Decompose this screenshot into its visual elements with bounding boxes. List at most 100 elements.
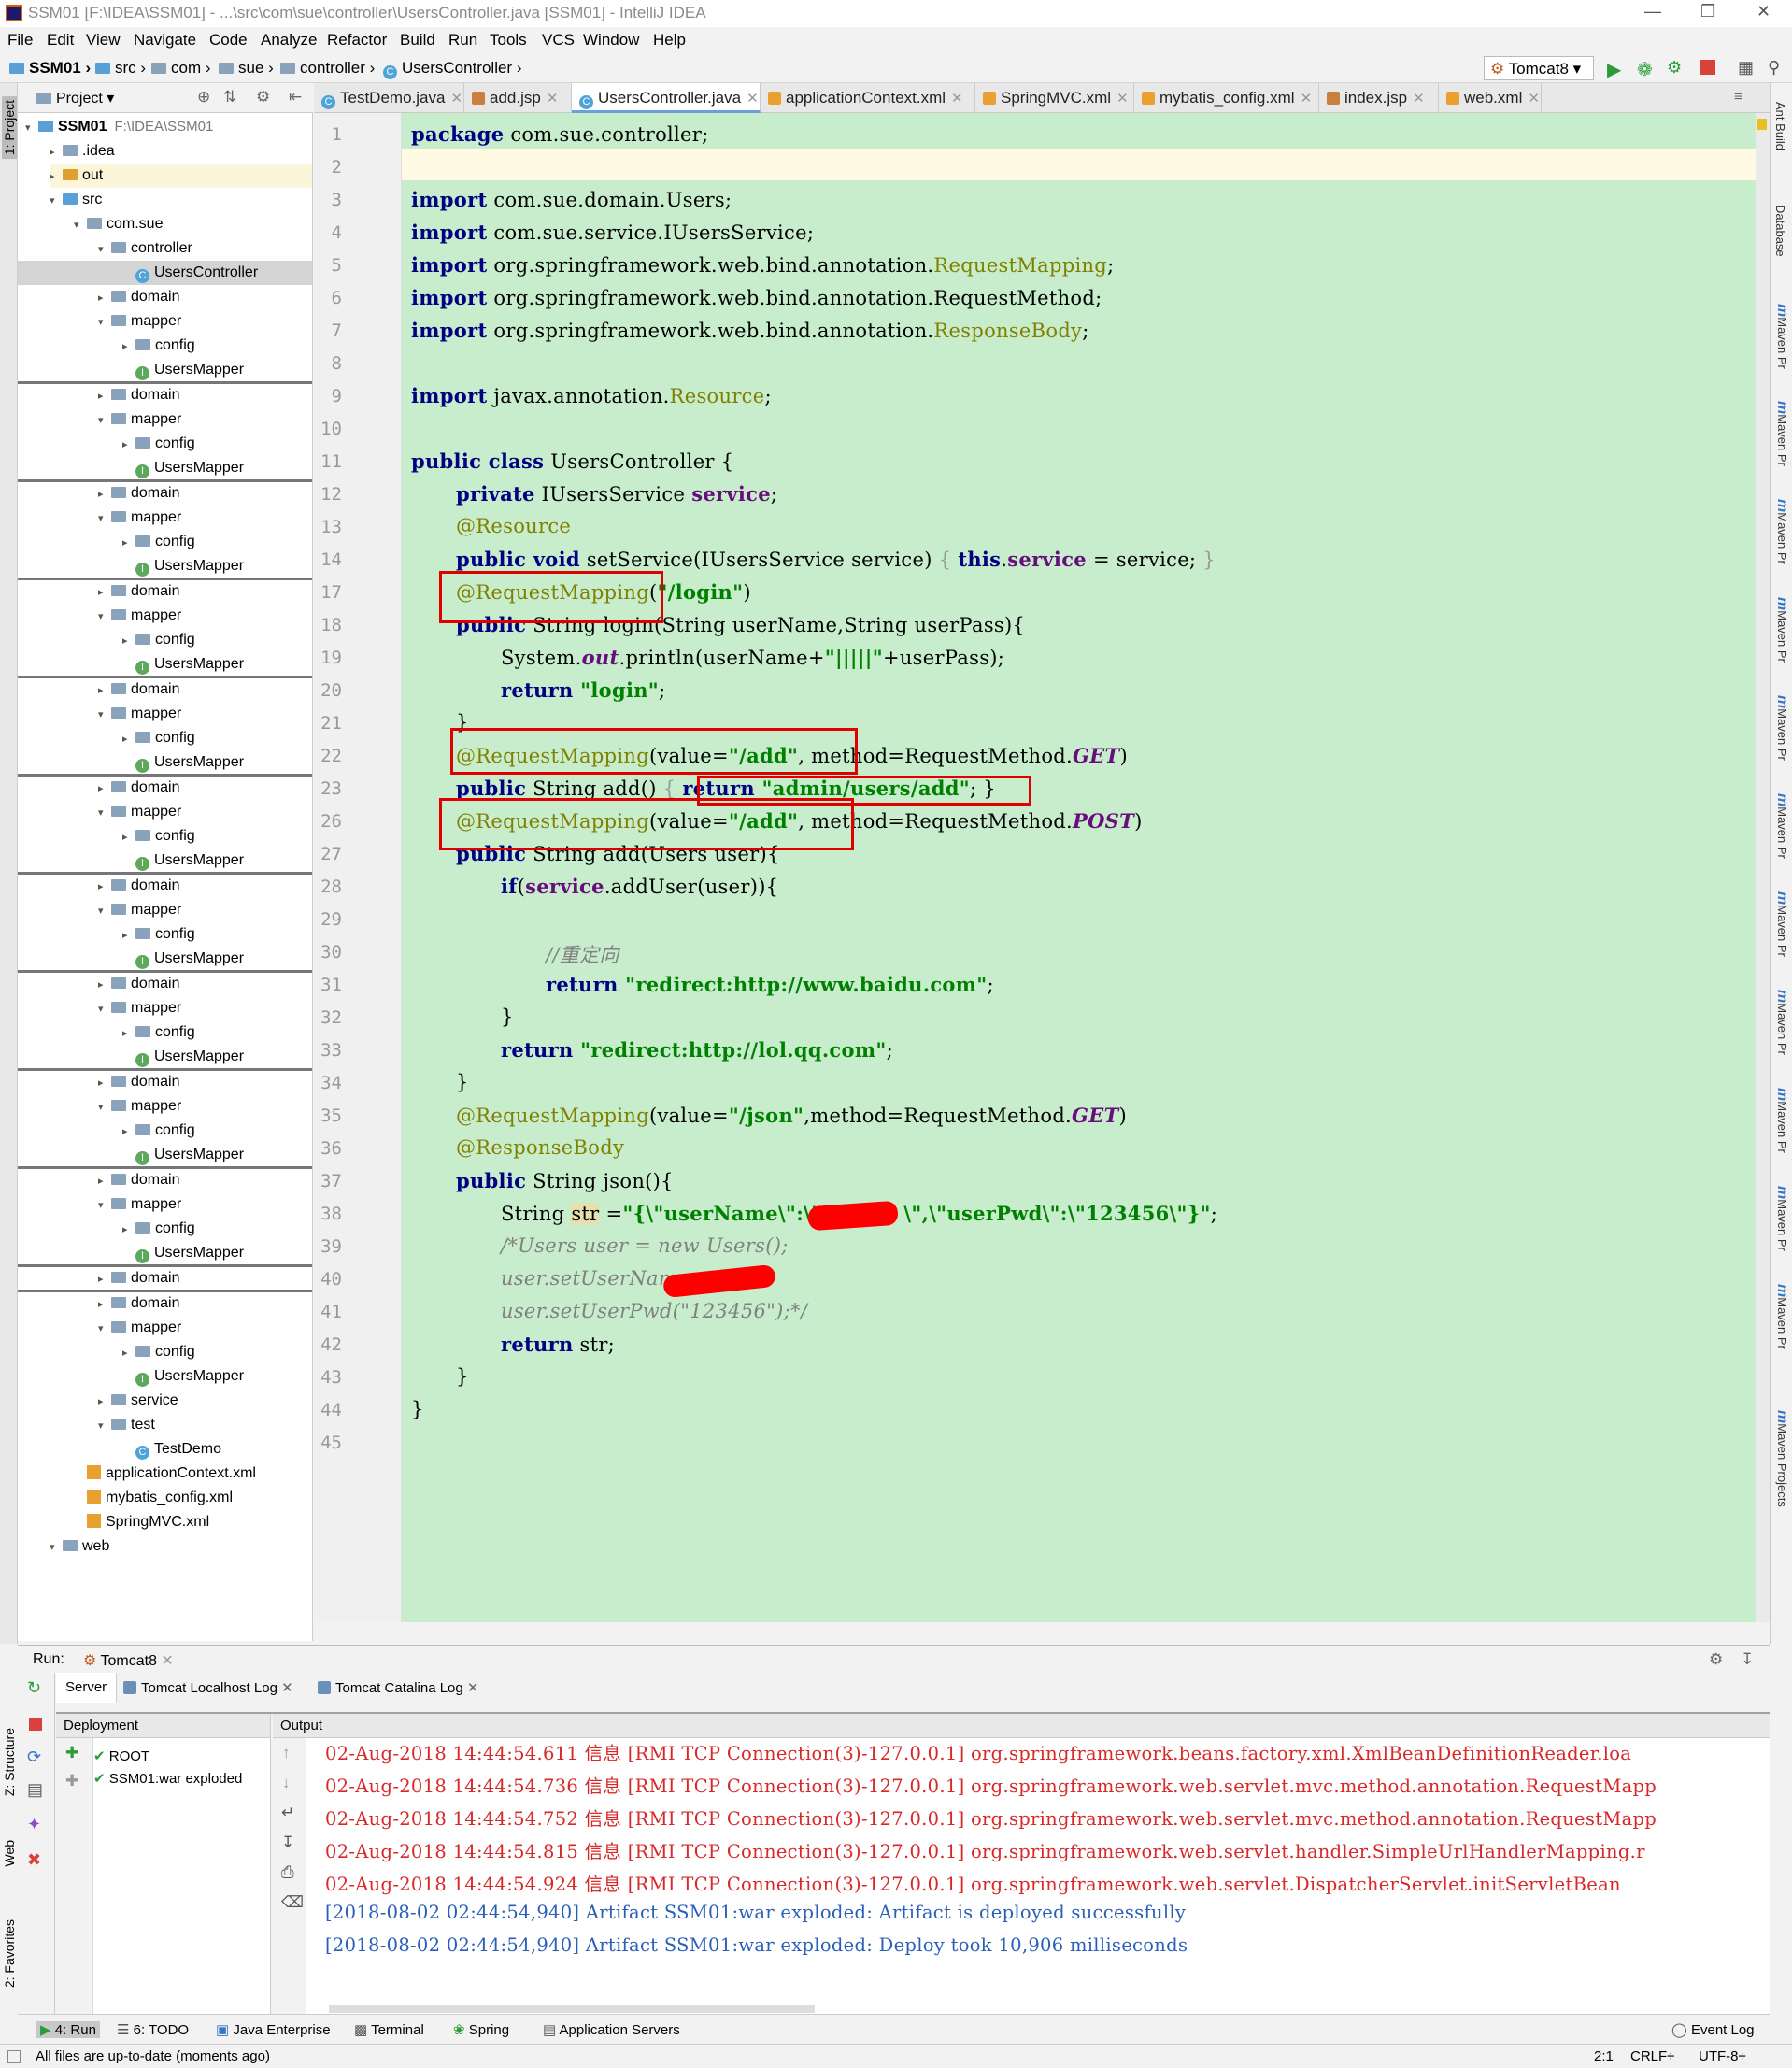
expand-arrow-icon[interactable]: ▸ bbox=[122, 825, 135, 849]
tool-maven-9[interactable]: mMaven Pr bbox=[1773, 1088, 1790, 1153]
breadcrumb-controller[interactable]: controller › bbox=[280, 59, 375, 78]
tree-item-config[interactable]: ▸ config bbox=[122, 1217, 195, 1241]
expand-arrow-icon[interactable]: ▸ bbox=[122, 335, 135, 359]
menu-refactor[interactable]: Refactor bbox=[327, 31, 387, 50]
deploy-icon[interactable]: ✚ bbox=[65, 1744, 78, 1762]
close-icon[interactable]: ✕ bbox=[1116, 91, 1129, 107]
menu-run[interactable]: Run bbox=[448, 31, 477, 50]
tree-item-users-mapper[interactable]: I UsersMapper bbox=[122, 1241, 244, 1265]
expand-arrow-icon[interactable]: ▾ bbox=[98, 801, 111, 825]
tree-item-users-mapper[interactable]: I UsersMapper bbox=[122, 849, 244, 873]
menu-analyze[interactable]: Analyze bbox=[261, 31, 317, 50]
menu-file[interactable]: File bbox=[7, 31, 33, 50]
down-icon[interactable]: ↓ bbox=[282, 1774, 291, 1792]
expand-arrow-icon[interactable]: ▸ bbox=[98, 580, 111, 605]
tree-item-springmvc[interactable]: SpringMVC.xml bbox=[74, 1510, 209, 1534]
menu-vcs[interactable]: VCS bbox=[542, 31, 575, 50]
expand-arrow-icon[interactable]: ▸ bbox=[122, 531, 135, 555]
expand-arrow-icon[interactable]: ▾ bbox=[98, 1317, 111, 1341]
menu-help[interactable]: Help bbox=[653, 31, 686, 50]
tree-item-test[interactable]: ▾ test bbox=[98, 1413, 155, 1437]
tool-event-log[interactable]: ◯ Event Log bbox=[1671, 2021, 1755, 2038]
menu-window[interactable]: Window bbox=[583, 31, 639, 50]
trash-icon[interactable]: ⌫ bbox=[281, 1893, 304, 1912]
tree-item-config[interactable]: ▸ config bbox=[122, 628, 195, 652]
expand-arrow-icon[interactable]: ▾ bbox=[98, 997, 111, 1021]
layout-icon[interactable]: ▤ bbox=[27, 1780, 43, 1800]
close-icon[interactable]: ✕ bbox=[1756, 2, 1771, 21]
tree-item-domain[interactable]: ▸ domain bbox=[98, 1266, 179, 1291]
close-icon[interactable]: ✕ bbox=[547, 91, 559, 107]
code-editor[interactable]: package com.sue.controller; import com.s… bbox=[402, 113, 1756, 1622]
tree-item-config[interactable]: ▸ config bbox=[122, 1340, 195, 1364]
tree-item-config[interactable]: ▸ config bbox=[122, 432, 195, 456]
expand-arrow-icon[interactable]: ▾ bbox=[25, 116, 38, 140]
tree-item-mapper[interactable]: ▾ mapper bbox=[98, 506, 181, 530]
tree-item-mapper[interactable]: ▾ mapper bbox=[98, 996, 181, 1020]
tool-web[interactable]: Web bbox=[2, 1840, 17, 1867]
expand-arrow-icon[interactable]: ▸ bbox=[122, 1120, 135, 1144]
tree-item-config[interactable]: ▸ config bbox=[122, 824, 195, 849]
tab-mybatis-config[interactable]: mybatis_config.xml ✕ bbox=[1134, 83, 1319, 113]
expand-arrow-icon[interactable]: ▾ bbox=[98, 506, 111, 531]
tree-item-mapper[interactable]: ▾ mapper bbox=[98, 1094, 181, 1119]
expand-arrow-icon[interactable]: ▸ bbox=[122, 629, 135, 653]
menu-view[interactable]: View bbox=[86, 31, 121, 50]
expand-arrow-icon[interactable]: ▸ bbox=[98, 973, 111, 997]
tree-item-domain[interactable]: ▸ domain bbox=[98, 579, 179, 604]
close-icon[interactable]: ✕ bbox=[281, 1680, 293, 1696]
debug-icon[interactable]: ❁ bbox=[1637, 58, 1656, 80]
tab-index-jsp[interactable]: index.jsp ✕ bbox=[1319, 83, 1439, 113]
scroll-end-icon[interactable]: ↧ bbox=[281, 1833, 294, 1852]
print-icon[interactable]: ⎙ bbox=[281, 1863, 294, 1882]
close-run-icon[interactable]: ✖ bbox=[27, 1850, 41, 1870]
expand-arrow-icon[interactable]: ▾ bbox=[98, 899, 111, 923]
expand-arrow-icon[interactable]: ▾ bbox=[98, 408, 111, 433]
tree-item-config[interactable]: ▸ config bbox=[122, 1119, 195, 1143]
tree-item-config[interactable]: ▸ config bbox=[122, 726, 195, 750]
tree-item-users-mapper[interactable]: I UsersMapper bbox=[122, 652, 244, 677]
breadcrumb-class[interactable]: C UsersController › bbox=[383, 59, 521, 79]
tool-todo[interactable]: ☰ 6: TODO bbox=[117, 2021, 189, 2038]
tab-users-controller[interactable]: C UsersController.java ✕ bbox=[572, 83, 761, 113]
breadcrumb-src[interactable]: src › bbox=[95, 59, 146, 78]
sync-icon[interactable]: ⊕ bbox=[197, 88, 210, 107]
tool-maven-1[interactable]: mMaven Pr bbox=[1773, 304, 1790, 369]
tab-springmvc[interactable]: SpringMVC.xml ✕ bbox=[975, 83, 1134, 113]
tab-add-jsp[interactable]: add.jsp ✕ bbox=[464, 83, 572, 113]
caret-position[interactable]: 2:1 bbox=[1594, 2048, 1614, 2064]
tool-maven-3[interactable]: mMaven Pr bbox=[1773, 499, 1790, 564]
tab-application-context[interactable]: applicationContext.xml ✕ bbox=[761, 83, 975, 113]
expand-arrow-icon[interactable]: ▾ bbox=[98, 1193, 111, 1218]
settings-gear-icon[interactable]: ⚙ bbox=[1709, 1650, 1723, 1669]
tool-java-enterprise[interactable]: ▣ Java Enterprise bbox=[216, 2021, 331, 2038]
close-icon[interactable]: ✕ bbox=[951, 91, 963, 107]
tree-item-mapper[interactable]: ▾ mapper bbox=[98, 309, 181, 334]
tree-item-controller[interactable]: ▾ controller bbox=[98, 236, 192, 261]
tool-maven-2[interactable]: mMaven Pr bbox=[1773, 401, 1790, 466]
tab-localhost-log[interactable]: Tomcat Localhost Log ✕ bbox=[123, 1679, 293, 1696]
tree-item-mapper[interactable]: ▾ mapper bbox=[98, 800, 181, 824]
tree-item-domain[interactable]: ▸ domain bbox=[98, 383, 179, 407]
tree-item-users-mapper[interactable]: I UsersMapper bbox=[122, 456, 244, 480]
minimize-icon[interactable]: — bbox=[1644, 2, 1661, 21]
tool-maven-11[interactable]: mMaven Pr bbox=[1773, 1284, 1790, 1349]
pin-icon[interactable]: ✦ bbox=[27, 1815, 41, 1834]
project-structure-icon[interactable]: ▦ bbox=[1738, 58, 1756, 77]
expand-arrow-icon[interactable]: ▾ bbox=[50, 1535, 63, 1560]
expand-arrow-icon[interactable]: ▸ bbox=[122, 1341, 135, 1365]
breadcrumb-sue[interactable]: sue › bbox=[219, 59, 274, 78]
stop-icon[interactable] bbox=[1700, 60, 1715, 75]
expand-arrow-icon[interactable]: ▸ bbox=[50, 164, 63, 189]
rerun-icon[interactable]: ↻ bbox=[27, 1678, 41, 1698]
expand-arrow-icon[interactable]: ▸ bbox=[98, 1169, 111, 1193]
tree-item-config[interactable]: ▸ config bbox=[122, 530, 195, 554]
expand-arrow-icon[interactable]: ▸ bbox=[98, 1292, 111, 1317]
deployment-ssm01[interactable]: ✔ SSM01:war exploded bbox=[93, 1770, 242, 1787]
tool-run[interactable]: ▶ 4: Run bbox=[36, 2021, 100, 2038]
file-encoding[interactable]: UTF-8÷ bbox=[1699, 2048, 1746, 2064]
close-icon[interactable]: ✕ bbox=[1528, 91, 1540, 107]
run-tab-tomcat8[interactable]: ⚙ Tomcat8 ✕ bbox=[83, 1651, 174, 1670]
expand-arrow-icon[interactable]: ▸ bbox=[98, 1071, 111, 1095]
expand-arrow-icon[interactable]: ▾ bbox=[98, 310, 111, 335]
